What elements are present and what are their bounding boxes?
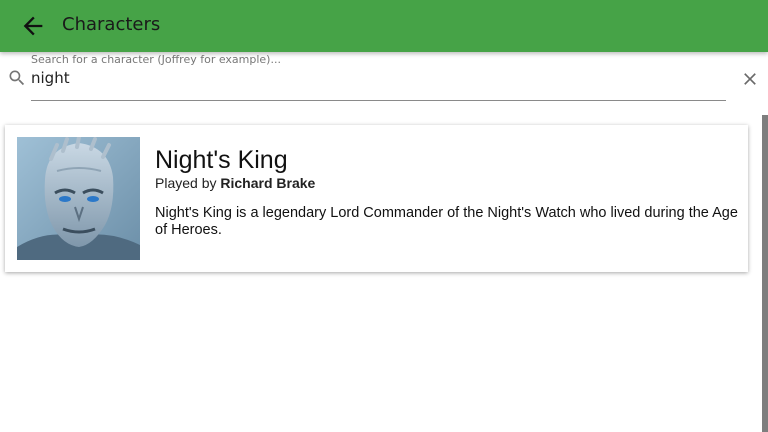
page-title: Characters xyxy=(62,14,161,35)
search-icon xyxy=(7,68,27,88)
back-button[interactable] xyxy=(19,12,47,40)
results-list: Night's King Played by Richard Brake Nig… xyxy=(0,115,760,432)
played-by-label: Played by xyxy=(155,175,217,191)
search-input[interactable] xyxy=(31,67,721,89)
arrow-left-icon xyxy=(19,12,47,40)
clear-search-button[interactable] xyxy=(740,69,760,89)
character-description: Night's King is a legendary Lord Command… xyxy=(155,205,738,238)
actor-name: Richard Brake xyxy=(220,175,316,191)
search-bar: Search for a character (Joffrey for exam… xyxy=(0,52,768,104)
scrollbar[interactable] xyxy=(762,115,768,432)
close-icon xyxy=(740,69,760,89)
character-card[interactable]: Night's King Played by Richard Brake Nig… xyxy=(5,125,748,272)
search-placeholder-label: Search for a character (Joffrey for exam… xyxy=(31,53,281,66)
app-bar: Characters xyxy=(0,0,768,52)
character-name: Night's King xyxy=(155,146,288,174)
character-portrait xyxy=(17,137,140,260)
played-by-line: Played by Richard Brake xyxy=(155,174,315,192)
search-underline xyxy=(31,100,726,101)
